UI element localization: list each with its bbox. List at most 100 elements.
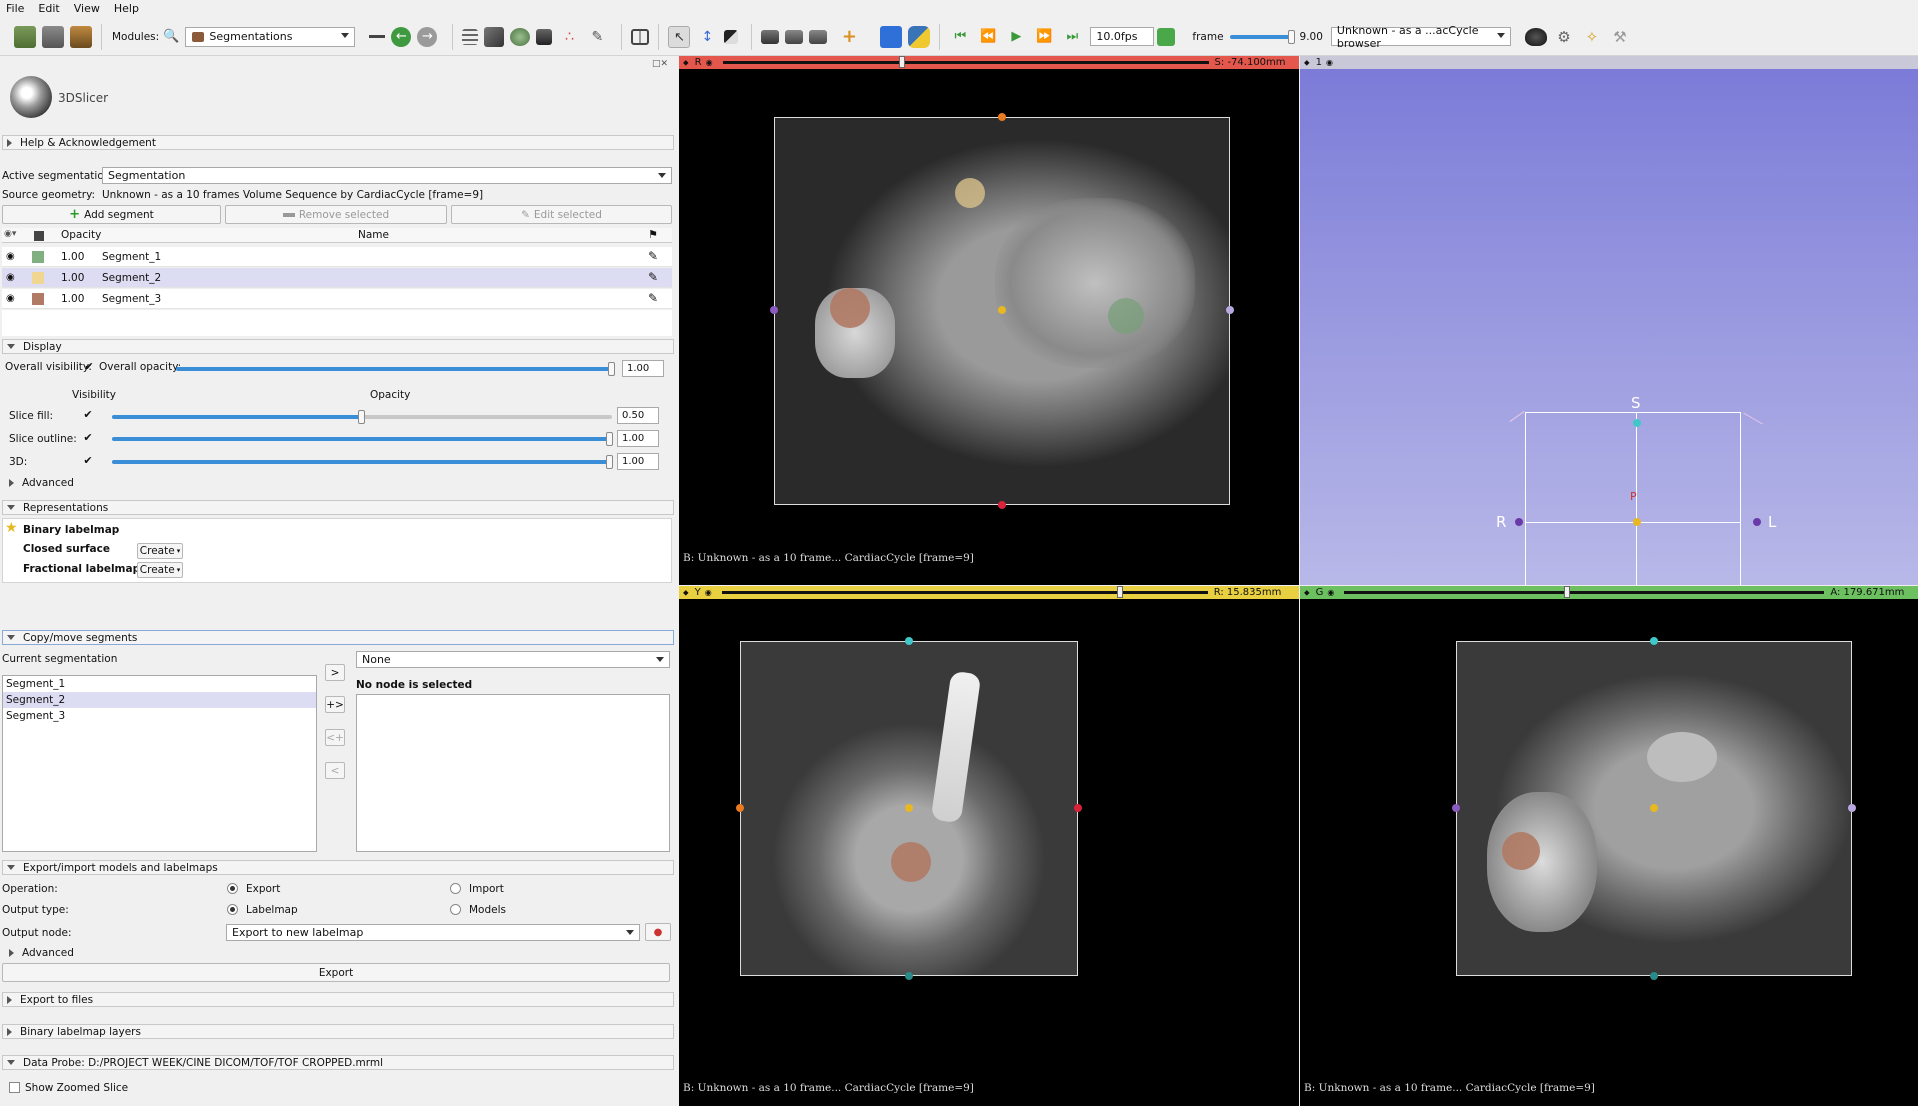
three-d-checkbox[interactable]: ✔ bbox=[82, 455, 94, 467]
step-forward-icon[interactable]: ⏩ bbox=[1033, 26, 1055, 48]
yellow-slice-view[interactable]: ⬥ Y ◉ R: 15.835mm B: Unknown - as a 10 f… bbox=[679, 586, 1299, 1106]
visibility-header-icon[interactable]: ◉▾ bbox=[4, 229, 16, 239]
python-icon[interactable] bbox=[908, 25, 931, 48]
menu-view[interactable]: View bbox=[74, 2, 100, 15]
list-item[interactable]: Segment_3 bbox=[3, 708, 316, 724]
segment-row-1[interactable]: ◉ 1.00 Segment_1 ✎ bbox=[2, 247, 672, 267]
section-help[interactable]: Help & Acknowledgement bbox=[2, 135, 674, 150]
move-right-button[interactable]: > bbox=[325, 664, 345, 681]
segment-row-2[interactable]: ◉ 1.00 Segment_2 ✎ bbox=[2, 268, 672, 288]
eye-icon[interactable]: ◉ bbox=[6, 272, 15, 283]
screenshot-icon[interactable] bbox=[761, 29, 780, 44]
volumes-icon[interactable] bbox=[484, 26, 505, 47]
data-module-icon[interactable] bbox=[462, 28, 479, 45]
overall-opacity-spinbox[interactable]: 1.00 bbox=[622, 360, 664, 377]
models-icon[interactable] bbox=[510, 27, 531, 46]
segment-color-swatch[interactable] bbox=[32, 293, 44, 305]
segment-opacity[interactable]: 1.00 bbox=[61, 272, 84, 284]
status-flag-header-icon[interactable]: ⚑ bbox=[648, 228, 658, 241]
labelmap-radio[interactable] bbox=[227, 904, 238, 915]
play-icon[interactable]: ▶ bbox=[1005, 26, 1027, 48]
back-arrow-icon[interactable]: ← bbox=[391, 26, 412, 47]
slice-fill-slider[interactable] bbox=[112, 410, 612, 424]
step-back-icon[interactable]: ⏪ bbox=[977, 26, 999, 48]
section-copy-move[interactable]: Copy/move segments bbox=[2, 630, 674, 645]
skip-last-icon[interactable]: ⏭ bbox=[1061, 26, 1083, 48]
overall-visibility-checkbox[interactable]: ✔ bbox=[83, 361, 95, 373]
three-d-opacity-slider[interactable] bbox=[112, 455, 613, 469]
section-export-files[interactable]: Export to files bbox=[2, 992, 674, 1007]
export-radio[interactable] bbox=[227, 883, 238, 894]
add-segment-button[interactable]: + Add segment bbox=[2, 205, 221, 224]
other-segments-list[interactable] bbox=[356, 694, 670, 852]
edit-pencil-icon[interactable]: ✎ bbox=[648, 291, 658, 305]
green-slice-view[interactable]: ⬥ G ◉ A: 179.671mm B: Unknown - as a 10 … bbox=[1300, 586, 1918, 1106]
segment-name[interactable]: Segment_3 bbox=[102, 293, 161, 305]
module-selector[interactable]: Segmentations bbox=[185, 26, 356, 47]
wrench-icon[interactable]: ⚒ bbox=[1609, 26, 1631, 48]
other-segmentation-selector[interactable]: None bbox=[356, 651, 670, 668]
save-icon[interactable] bbox=[70, 25, 92, 48]
yellow-slice-controller[interactable]: ⬥ Y ◉ R: 15.835mm bbox=[679, 586, 1299, 599]
pin-icon[interactable]: ⬥ bbox=[683, 588, 689, 598]
link-icon[interactable]: ◉ bbox=[706, 58, 713, 67]
transforms-icon[interactable] bbox=[536, 28, 553, 45]
display-advanced-toggle[interactable]: Advanced bbox=[9, 477, 74, 489]
link-icon[interactable]: ◉ bbox=[705, 588, 712, 597]
opacity-column-header[interactable]: Opacity bbox=[61, 229, 101, 241]
segment-opacity[interactable]: 1.00 bbox=[61, 251, 84, 263]
three-d-view[interactable]: ⬥ 1 ◉ S R L P bbox=[1300, 56, 1918, 585]
section-data-probe[interactable]: Data Probe: D:/PROJECT WEEK/CINE DICOM/T… bbox=[2, 1055, 674, 1070]
models-radio[interactable] bbox=[450, 904, 461, 915]
export-button[interactable]: Export bbox=[2, 963, 670, 982]
link-icon[interactable]: ◉ bbox=[1327, 588, 1334, 597]
red-slice-controller[interactable]: ⬥ R ◉ S: -74.100mm bbox=[679, 56, 1299, 69]
segment-row-3[interactable]: ◉ 1.00 Segment_3 ✎ bbox=[2, 289, 672, 309]
overall-opacity-slider[interactable] bbox=[176, 362, 615, 376]
crosshair-icon[interactable]: + bbox=[838, 26, 860, 48]
segment-color-swatch[interactable] bbox=[32, 272, 44, 284]
copy-right-button[interactable]: +> bbox=[325, 696, 345, 713]
magic-wand-icon[interactable]: ✧ bbox=[1581, 26, 1603, 48]
brain-icon[interactable] bbox=[1524, 27, 1547, 46]
markups-icon[interactable]: ∴ bbox=[558, 26, 580, 48]
list-item[interactable]: Segment_1 bbox=[3, 676, 316, 692]
segment-opacity[interactable]: 1.00 bbox=[61, 293, 84, 305]
output-node-action-button[interactable]: ● bbox=[645, 923, 671, 941]
red-slice-view[interactable]: ⬥ R ◉ S: -74.100mm B: Unknown - as a 10 … bbox=[679, 56, 1299, 585]
scene-view-icon[interactable] bbox=[785, 29, 804, 44]
scene-view-manager-icon[interactable] bbox=[809, 29, 828, 44]
name-column-header[interactable]: Name bbox=[358, 229, 389, 241]
pin-icon[interactable]: ⬥ bbox=[1304, 588, 1310, 598]
segment-color-swatch[interactable] bbox=[32, 251, 44, 263]
red-slice-offset-slider[interactable] bbox=[722, 56, 1209, 68]
python-console-icon[interactable] bbox=[880, 25, 903, 48]
section-representations[interactable]: Representations bbox=[2, 500, 674, 515]
show-zoomed-slice-checkbox[interactable] bbox=[9, 1082, 20, 1093]
pin-icon[interactable]: ⬥ bbox=[683, 58, 689, 68]
loop-icon[interactable] bbox=[1157, 27, 1176, 46]
menu-edit[interactable]: Edit bbox=[38, 2, 59, 15]
slice-outline-checkbox[interactable]: ✔ bbox=[82, 432, 94, 444]
slice-outline-slider[interactable] bbox=[112, 432, 613, 446]
panel-float-close-icons[interactable]: □✕ bbox=[652, 59, 668, 69]
segment-editor-icon[interactable]: ✎ bbox=[586, 26, 608, 48]
menu-file[interactable]: File bbox=[6, 2, 24, 15]
window-level-icon[interactable] bbox=[724, 29, 739, 44]
list-item[interactable]: Segment_2 bbox=[3, 692, 316, 708]
edit-selected-button[interactable]: ✎ Edit selected bbox=[451, 205, 672, 224]
three-d-view-controller[interactable]: ⬥ 1 ◉ bbox=[1300, 56, 1918, 69]
module-history-icon[interactable] bbox=[369, 35, 386, 38]
green-slice-controller[interactable]: ⬥ G ◉ A: 179.671mm bbox=[1300, 586, 1918, 599]
current-segments-list[interactable]: Segment_1 Segment_2 Segment_3 bbox=[2, 675, 317, 852]
closed-surface-create-button[interactable]: Create ▾ bbox=[137, 543, 183, 559]
yellow-slice-offset-slider[interactable] bbox=[721, 586, 1208, 598]
green-slice-offset-slider[interactable] bbox=[1344, 586, 1825, 598]
settings-gear-icon[interactable]: ⚙ bbox=[1553, 26, 1575, 48]
menu-help[interactable]: Help bbox=[114, 2, 139, 15]
section-display[interactable]: Display bbox=[2, 339, 674, 354]
slice-fill-spinbox[interactable]: 0.50 bbox=[617, 407, 659, 424]
pointer-mode-icon[interactable]: ↖ bbox=[668, 25, 691, 48]
active-segmentation-selector[interactable]: Segmentation bbox=[102, 167, 672, 184]
three-d-opacity-spinbox[interactable]: 1.00 bbox=[617, 453, 659, 470]
